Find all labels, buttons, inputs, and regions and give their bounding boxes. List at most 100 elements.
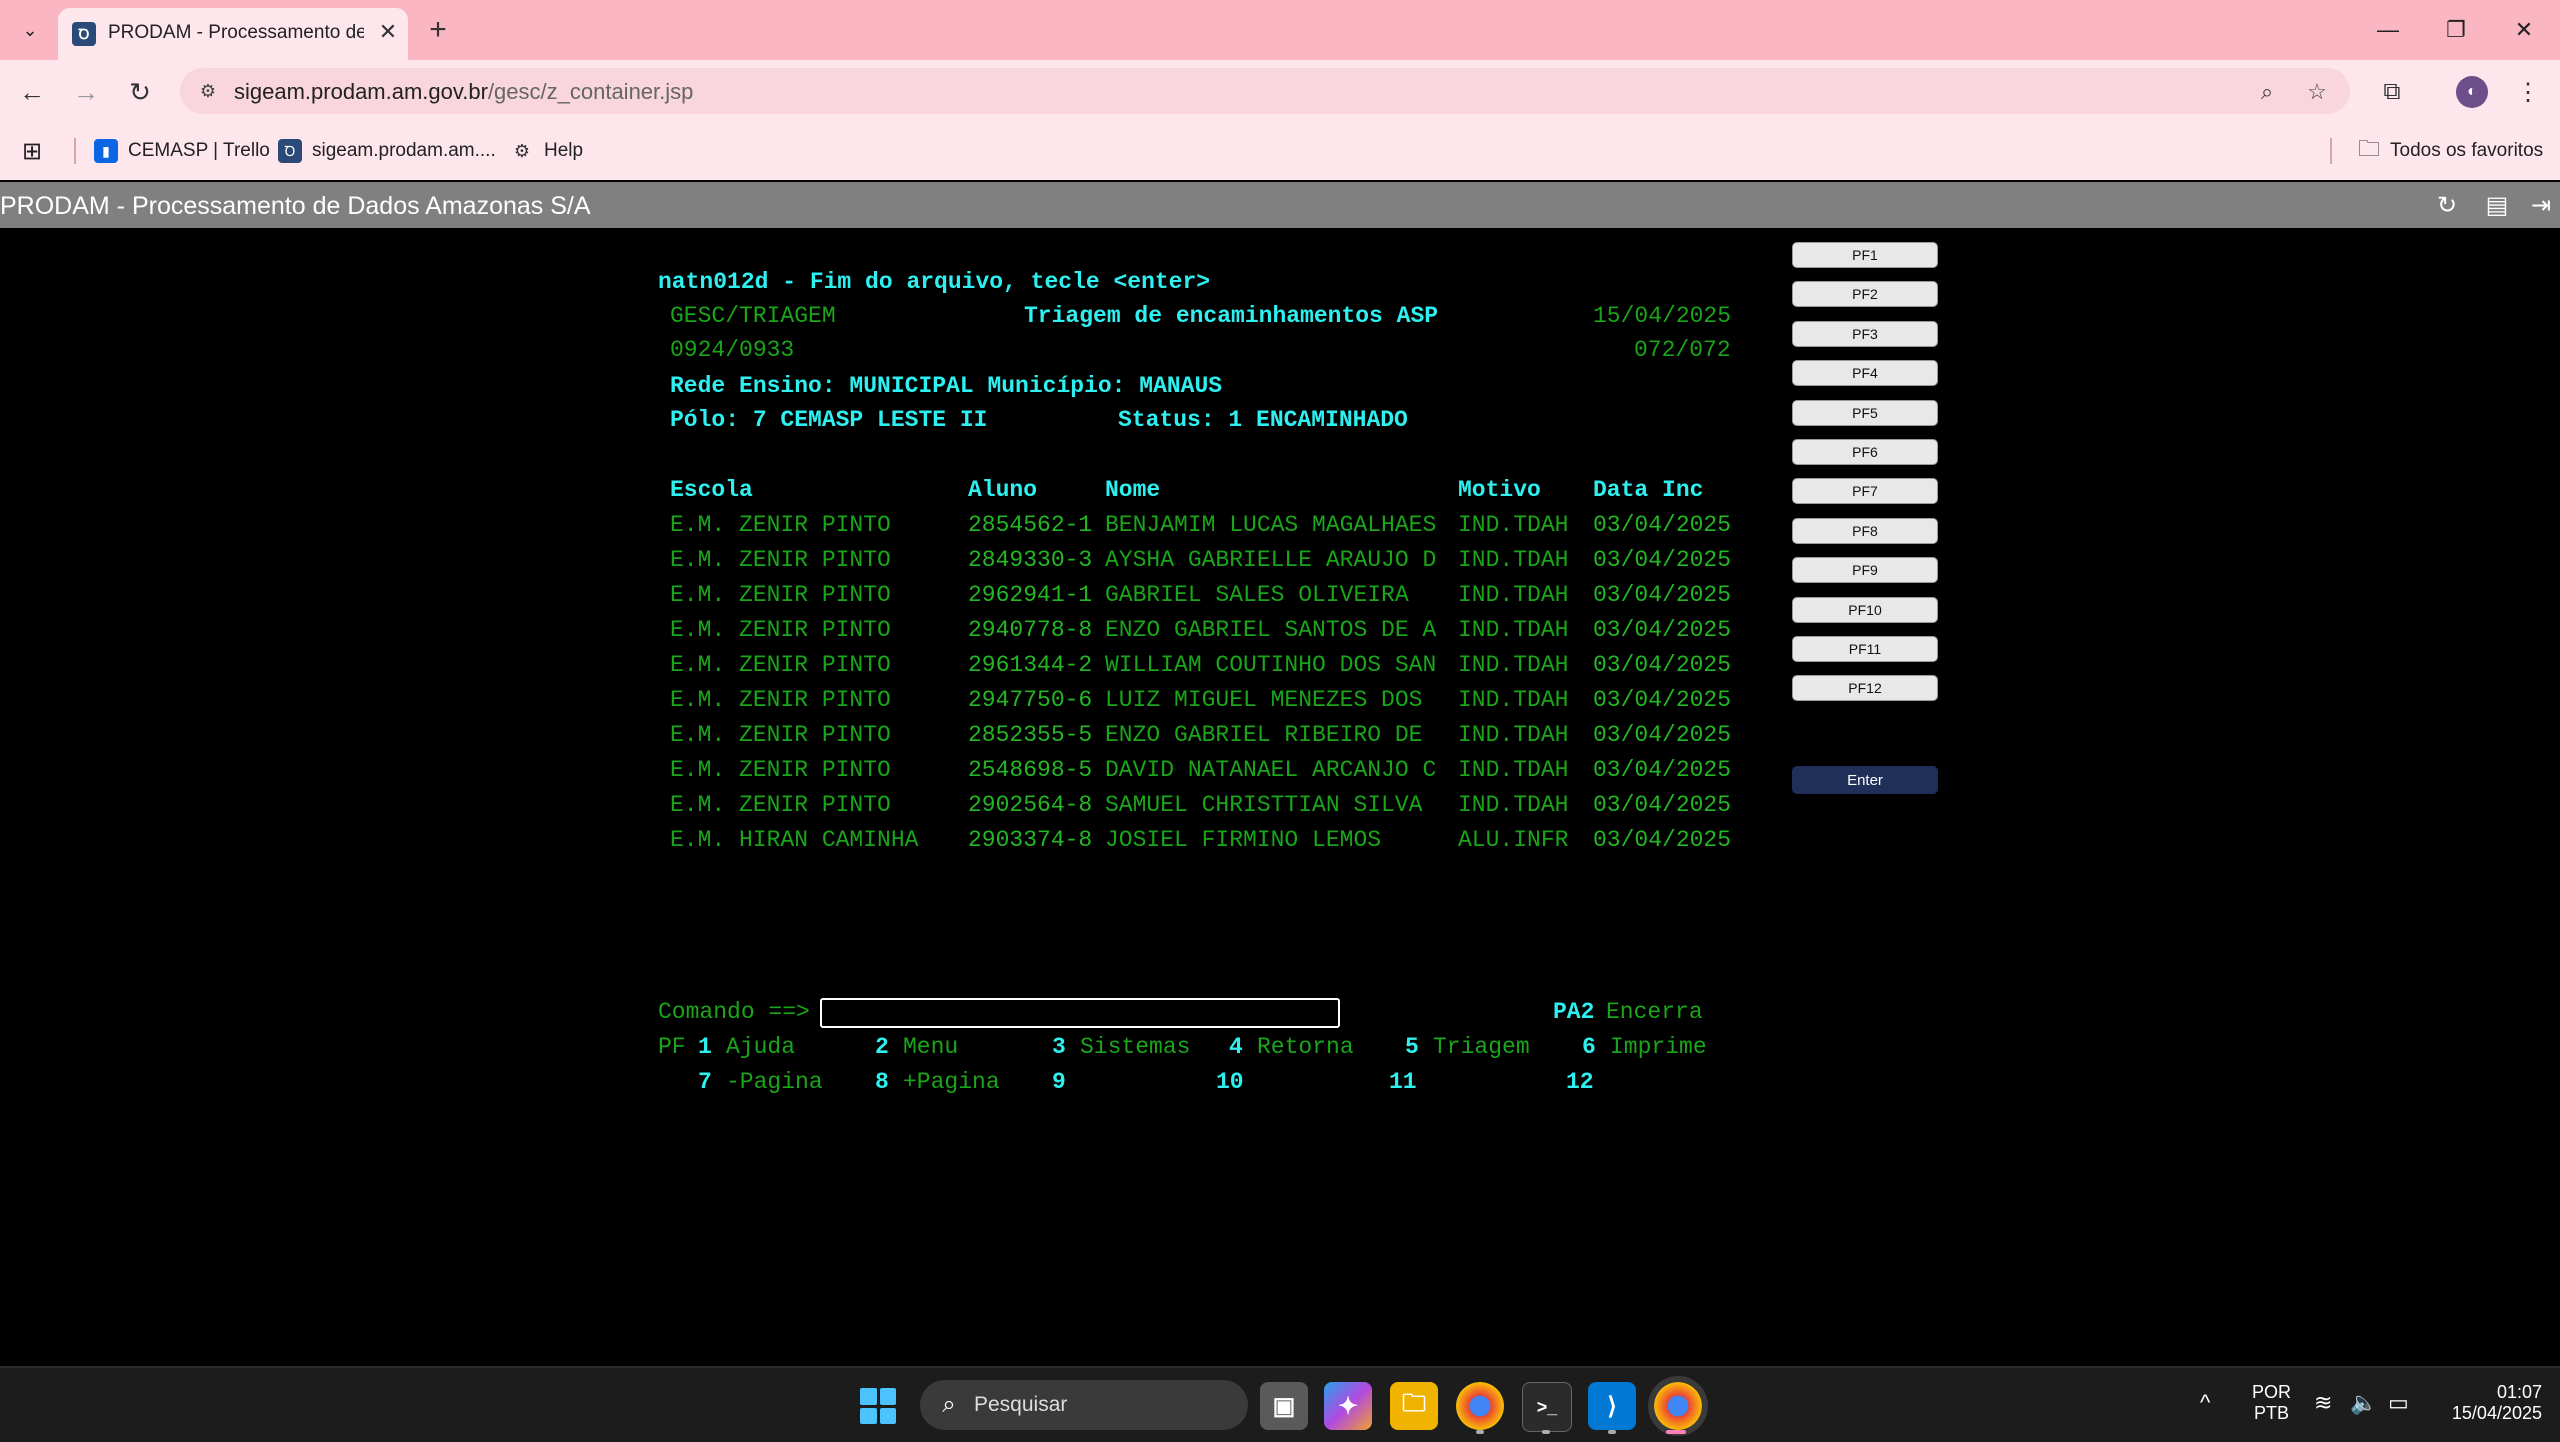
pf-button-3[interactable]: PF3 [1792,320,1938,347]
refresh-icon[interactable]: ↻ [2432,190,2462,220]
pf-button-6[interactable]: PF6 [1792,439,1938,465]
cell-motivo: ALU.INFR [1458,827,1569,853]
exit-icon[interactable]: ⇥ [2526,190,2556,220]
pf-key: 3 [1052,1034,1066,1060]
back-icon[interactable]: ← [12,72,52,112]
cell-aluno: 2852355-5 [968,722,1093,748]
vscode-icon[interactable]: ⟩ [1588,1382,1636,1430]
bookmark-help[interactable]: ⚙ Help [510,136,583,166]
avatar-icon[interactable]: ◐ [2456,76,2488,108]
site-info-icon[interactable]: ⚙ [194,77,222,105]
command-label: Comando ==> [658,999,810,1025]
bookmark-trello[interactable]: ▮ CEMASP | Trello [94,136,270,166]
cell-data: 03/04/2025 [1593,582,1732,608]
forward-icon[interactable]: → [66,72,106,112]
tab-title: PRODAM - Processamento de Dados Amazonas… [108,22,364,43]
search-placeholder: Pesquisar [974,1393,1068,1416]
pa2-label: Encerra [1606,999,1703,1025]
tab-list-icon[interactable]: ⌄ [14,14,46,46]
rede-line: Rede Ensino: MUNICIPAL Município: MANAUS [670,373,1223,399]
cell-aluno: 2903374-8 [968,827,1093,853]
cell-aluno: 2902564-8 [968,792,1093,818]
chevron-up-icon[interactable]: ^ [2200,1390,2210,1416]
screen-date: 15/04/2025 [1593,303,1732,329]
pf-button-1[interactable]: PF1 [1792,242,1938,268]
file-explorer-icon[interactable]: 🗀 [1390,1382,1438,1430]
pf-button-11[interactable]: PF11 [1792,636,1938,662]
zoom-icon[interactable]: ⌕ [2252,77,2282,107]
cell-escola: E.M. ZENIR PINTO [670,512,891,538]
pf-button-12[interactable]: PF12 [1792,675,1938,702]
pf-button-2[interactable]: PF2 [1792,281,1938,308]
pf-key: 9 [1052,1069,1066,1095]
address-bar[interactable]: ⚙ sigeam.prodam.am.gov.br/gesc/z_contain… [180,68,2350,114]
pf-label: +Pagina [903,1069,1000,1095]
cell-nome: WILLIAM COUTINHO DOS SAN [1105,652,1437,678]
restore-icon[interactable]: ❐ [2426,10,2486,50]
terminal-icon[interactable]: >_ [1522,1382,1572,1432]
pf-key: 10 [1216,1069,1244,1095]
cell-data: 03/04/2025 [1593,792,1732,818]
favicon-icon: Ꝺ [72,22,96,46]
clock-date: 15/04/2025 [2451,1403,2542,1423]
pf-label: Menu [903,1034,959,1060]
task-view-icon[interactable]: ▣ [1260,1382,1308,1430]
app-header: PRODAM - Processamento de Dados Amazonas… [0,182,2560,228]
page-counter: 072/072 [1634,337,1731,363]
cell-data: 03/04/2025 [1593,512,1732,538]
reload-icon[interactable]: ↻ [120,72,160,112]
url-text[interactable]: sigeam.prodam.am.gov.br/gesc/z_container… [234,79,693,105]
cell-data: 03/04/2025 [1593,827,1732,853]
wifi-icon[interactable]: ≋ [2314,1390,2332,1416]
pf-button-10[interactable]: PF10 [1792,596,1938,623]
star-icon[interactable]: ☆ [2302,77,2332,107]
chrome-icon[interactable] [1456,1382,1504,1430]
close-window-icon[interactable]: ✕ [2494,10,2554,50]
language-indicator[interactable]: POR PTB [2252,1382,2291,1424]
pf-key: 1 [698,1034,712,1060]
close-icon[interactable]: ✕ [374,18,402,46]
document-icon[interactable]: ▤ [2482,190,2512,220]
plus-icon[interactable]: + [420,13,456,46]
cell-data: 03/04/2025 [1593,687,1732,713]
cell-nome: GABRIEL SALES OLIVEIRA [1105,582,1409,608]
cell-escola: E.M. ZENIR PINTO [670,652,891,678]
apps-icon[interactable]: ⊞ [22,136,42,166]
taskbar-search[interactable]: ⌕ Pesquisar [920,1380,1248,1430]
pf-button-9[interactable]: PF9 [1792,557,1938,584]
pf-button-5[interactable]: PF5 [1792,399,1938,426]
extensions-icon[interactable]: ⧉ [2374,74,2410,110]
pf-button-4[interactable]: PF4 [1792,360,1938,387]
cell-escola: E.M. ZENIR PINTO [670,687,891,713]
windows-icon[interactable] [860,1388,896,1424]
pf-key: 4 [1229,1034,1243,1060]
pf-label: Imprime [1610,1034,1707,1060]
cell-nome: ENZO GABRIEL SANTOS DE A [1105,617,1437,643]
enter-button[interactable]: Enter [1792,766,1938,794]
bookmark-sigeam[interactable]: Ꝺ sigeam.prodam.am.... [278,136,496,166]
cell-aluno: 2962941-1 [968,582,1093,608]
battery-icon[interactable]: ▭ [2388,1390,2409,1416]
minimize-icon[interactable]: — [2358,10,2418,50]
pf-button-8[interactable]: PF8 [1792,517,1938,544]
copilot-icon[interactable]: ✦ [1324,1382,1372,1430]
col-header-motivo: Motivo [1458,477,1541,503]
pf-button-7[interactable]: PF7 [1792,478,1938,505]
cell-motivo: IND.TDAH [1458,722,1569,748]
volume-icon[interactable]: 🔈 [2350,1390,2377,1416]
chrome-active-icon[interactable] [1648,1376,1708,1436]
command-input[interactable] [820,998,1340,1028]
search-icon: ⌕ [942,1391,956,1418]
pf-label: Sistemas [1080,1034,1191,1060]
more-icon[interactable]: ⋮ [2510,74,2546,110]
pf-label: -Pagina [726,1069,823,1095]
all-bookmarks-label: Todos os favoritos [2390,140,2544,161]
all-bookmarks[interactable]: 🗀 Todos os favoritos [2358,136,2543,166]
cell-motivo: IND.TDAH [1458,512,1569,538]
favicon-icon: Ꝺ [278,139,302,163]
pa2-key: PA2 [1553,999,1595,1025]
active-tab[interactable]: Ꝺ PRODAM - Processamento de Dados Amazon… [58,8,408,60]
clock[interactable]: 01:07 15/04/2025 [2432,1382,2542,1424]
cell-nome: BENJAMIM LUCAS MAGALHAES [1105,512,1437,538]
cell-aluno: 2854562-1 [968,512,1093,538]
